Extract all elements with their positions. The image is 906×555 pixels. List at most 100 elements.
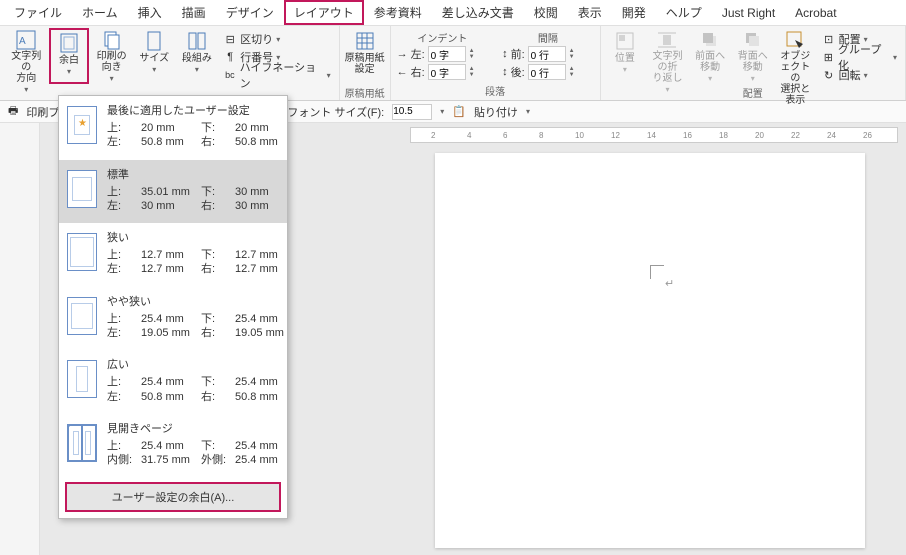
group-label-manuscript: 原稿用紙 bbox=[344, 84, 386, 102]
tab-校閲[interactable]: 校閲 bbox=[524, 0, 568, 25]
spinner[interactable]: ▲▼ bbox=[469, 66, 475, 78]
bring-forward-icon bbox=[699, 30, 721, 50]
group-arrange: 位置▾ 文字列の折り返し▾ 前面へ移動▾ 背面へ移動▾ オブジェクトの選択と表示… bbox=[601, 26, 906, 100]
margin-preset-3[interactable]: やや狭い上:25.4 mm下:25.4 mm左:19.05 mm右:19.05 … bbox=[59, 287, 287, 351]
document-page[interactable]: ↵ bbox=[435, 153, 865, 548]
rotate-button: ↻回転▾ bbox=[818, 66, 901, 84]
tab-デザイン[interactable]: デザイン bbox=[216, 0, 284, 25]
paragraph-mark: ↵ bbox=[665, 277, 674, 290]
indent-heading: インデント bbox=[395, 28, 491, 45]
tab-ファイル[interactable]: ファイル bbox=[4, 0, 72, 25]
horizontal-ruler[interactable]: 2468101214161820222426 bbox=[410, 127, 898, 143]
chevron-down-icon: ▾ bbox=[110, 74, 114, 83]
spacing-heading: 間隔 bbox=[500, 28, 596, 45]
columns-button[interactable]: 段組み ▾ bbox=[177, 28, 218, 84]
wrap-icon bbox=[656, 30, 678, 50]
ruler-tick: 14 bbox=[647, 131, 656, 140]
position-icon bbox=[614, 30, 636, 52]
custom-margins-button[interactable]: ユーザー設定の余白(A)... bbox=[65, 482, 281, 512]
preset-title: 狭い bbox=[107, 229, 291, 245]
group-manuscript: 原稿用紙設定 原稿用紙 bbox=[340, 26, 391, 100]
bring-forward-button: 前面へ移動▾ bbox=[690, 28, 731, 84]
tab-描画[interactable]: 描画 bbox=[172, 0, 216, 25]
group-label-paragraph: 段落 bbox=[395, 82, 596, 100]
line-numbers-icon: ¶ bbox=[223, 50, 237, 64]
svg-text:A: A bbox=[19, 36, 26, 47]
indent-right-input[interactable] bbox=[428, 64, 466, 80]
tab-ホーム[interactable]: ホーム bbox=[72, 0, 128, 25]
ruler-tick: 16 bbox=[683, 131, 692, 140]
ruler-tick: 6 bbox=[503, 131, 507, 140]
indent-right-icon: ← bbox=[397, 66, 408, 78]
margin-thumb-icon bbox=[67, 360, 97, 398]
tab-表示[interactable]: 表示 bbox=[568, 0, 612, 25]
wrap-button: 文字列の折り返し▾ bbox=[647, 28, 688, 84]
margin-preset-5[interactable]: 見開きページ上:25.4 mm下:25.4 mm内側:31.75 mm外側:25… bbox=[59, 414, 287, 478]
spacing-before-input[interactable] bbox=[528, 46, 566, 62]
indent-left-input[interactable] bbox=[428, 46, 466, 62]
rotate-icon: ↻ bbox=[822, 68, 836, 82]
selection-pane-button[interactable]: オブジェクトの選択と表示 bbox=[775, 28, 816, 84]
margins-dropdown: 最後に適用したユーザー設定上:20 mm下:20 mm左:50.8 mm右:50… bbox=[58, 95, 288, 519]
selection-pane-icon bbox=[784, 30, 806, 50]
manuscript-button[interactable]: 原稿用紙設定 bbox=[344, 28, 386, 84]
tab-ヘルプ[interactable]: ヘルプ bbox=[656, 0, 712, 25]
print-preview-icon[interactable]: 🖶 bbox=[8, 102, 18, 121]
preset-title: 広い bbox=[107, 356, 291, 372]
spinner[interactable]: ▾ bbox=[440, 107, 444, 116]
hyphenation-icon: bc bbox=[223, 68, 236, 82]
send-backward-icon bbox=[742, 30, 764, 50]
margin-preset-0[interactable]: 最後に適用したユーザー設定上:20 mm下:20 mm左:50.8 mm右:50… bbox=[59, 96, 287, 160]
preset-title: やや狭い bbox=[107, 293, 291, 309]
ruler-tick: 8 bbox=[539, 131, 543, 140]
chevron-down-icon: ▾ bbox=[152, 65, 156, 74]
margin-thumb-icon bbox=[67, 106, 97, 144]
spacing-after-input[interactable] bbox=[528, 64, 566, 80]
ruler-tick: 22 bbox=[791, 131, 800, 140]
ruler-tick: 20 bbox=[755, 131, 764, 140]
size-icon bbox=[143, 30, 165, 52]
margin-preset-1[interactable]: 標準上:35.01 mm下:30 mm左:30 mm右:30 mm bbox=[59, 160, 287, 224]
tab-挿入[interactable]: 挿入 bbox=[128, 0, 172, 25]
font-size-input[interactable] bbox=[392, 104, 432, 120]
spinner[interactable]: ▲▼ bbox=[569, 48, 575, 60]
spacing-after-icon: ↕ bbox=[502, 66, 508, 78]
ruler-tick: 18 bbox=[719, 131, 728, 140]
margins-icon bbox=[58, 32, 80, 54]
margin-thumb-icon bbox=[67, 297, 97, 335]
tab-開発[interactable]: 開発 bbox=[612, 0, 656, 25]
print-preview-label: 印刷プ bbox=[26, 104, 59, 120]
columns-icon bbox=[186, 30, 208, 52]
group-page-setup: A 文字列の方向 ▾ 余白 ▾ 印刷の向き ▾ サイズ ▾ 段組み bbox=[0, 26, 340, 100]
position-button: 位置▾ bbox=[605, 28, 646, 84]
tab-参考資料[interactable]: 参考資料 bbox=[364, 0, 432, 25]
text-direction-button[interactable]: A 文字列の方向 ▾ bbox=[6, 28, 47, 84]
group-paragraph: インデント →左:▲▼ ←右:▲▼ 間隔 ↕前:▲▼ ↕後:▲▼ 段落 bbox=[391, 26, 601, 100]
preset-title: 標準 bbox=[107, 166, 291, 182]
spinner[interactable]: ▲▼ bbox=[569, 66, 575, 78]
text-direction-icon: A bbox=[15, 30, 37, 50]
spinner[interactable]: ▲▼ bbox=[469, 48, 475, 60]
indent-left-icon: → bbox=[397, 48, 408, 60]
tab-差し込み文書[interactable]: 差し込み文書 bbox=[432, 0, 524, 25]
margin-preset-4[interactable]: 広い上:25.4 mm下:25.4 mm左:50.8 mm右:50.8 mm bbox=[59, 350, 287, 414]
breaks-button[interactable]: ⊟区切り▾ bbox=[219, 30, 334, 48]
preset-title: 最後に適用したユーザー設定 bbox=[107, 102, 291, 118]
group-button: ⊞グループ化▾ bbox=[818, 48, 901, 66]
tab-レイアウト[interactable]: レイアウト bbox=[284, 0, 364, 25]
paste-icon[interactable]: 📋 bbox=[452, 105, 466, 118]
send-backward-button: 背面へ移動▾ bbox=[732, 28, 773, 84]
paste-label: 貼り付け bbox=[474, 104, 518, 120]
ruler-tick: 24 bbox=[827, 131, 836, 140]
group-icon: ⊞ bbox=[822, 50, 835, 64]
tab-acrobat[interactable]: Acrobat bbox=[785, 2, 846, 24]
tab-just right[interactable]: Just Right bbox=[712, 2, 785, 24]
manuscript-icon bbox=[354, 30, 376, 52]
margins-button[interactable]: 余白 ▾ bbox=[49, 28, 90, 84]
hyphenation-button[interactable]: bcハイフネーション▾ bbox=[219, 66, 334, 84]
ruler-tick: 10 bbox=[575, 131, 584, 140]
margin-thumb-icon bbox=[67, 424, 97, 462]
margin-preset-2[interactable]: 狭い上:12.7 mm下:12.7 mm左:12.7 mm右:12.7 mm bbox=[59, 223, 287, 287]
size-button[interactable]: サイズ ▾ bbox=[134, 28, 175, 84]
orientation-button[interactable]: 印刷の向き ▾ bbox=[91, 28, 132, 84]
